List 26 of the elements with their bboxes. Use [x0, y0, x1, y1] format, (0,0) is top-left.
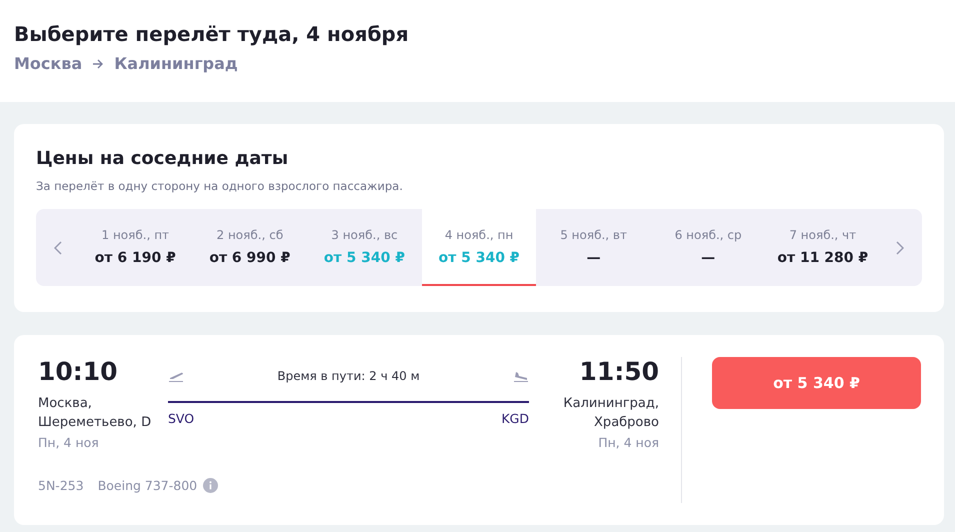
- aircraft-model: Boeing 737-800: [98, 478, 198, 493]
- arrival-time: 11:50: [579, 357, 659, 386]
- destination-city: Калининград: [114, 54, 238, 73]
- departure-airport: Москва, Шереметьево, D: [38, 395, 152, 432]
- departure-code: SVO: [168, 411, 194, 426]
- departure-time: 10:10: [38, 357, 118, 386]
- arrow-icon: [92, 58, 104, 68]
- arrival-airport: Калининград, Храброво: [562, 395, 659, 432]
- departure-date: Пн, 4 ноя: [38, 435, 99, 450]
- chevron-left-icon[interactable]: [54, 240, 62, 254]
- origin-city: Москва: [14, 54, 82, 73]
- flight-duration: Время в пути: 2 ч 40 м: [277, 369, 420, 383]
- chevron-right-icon[interactable]: [896, 240, 904, 254]
- date-tab[interactable]: 7 нояб., чт от 11 280 ₽: [765, 209, 880, 286]
- section-subtitle: За перелёт в одну сторону на одного взрослого пассажира.: [36, 179, 404, 193]
- section-title: Цены на соседние даты: [36, 148, 290, 169]
- flight-number: 5N-253: [38, 478, 84, 493]
- date-tab[interactable]: 5 нояб., вт —: [536, 209, 651, 286]
- date-tab[interactable]: 6 нояб., ср —: [650, 209, 766, 286]
- arrival-date: Пн, 4 ноя: [598, 435, 659, 450]
- arrival-code: KGD: [501, 411, 529, 426]
- date-tab[interactable]: 4 нояб., пн от 5 340 ₽: [422, 209, 536, 286]
- info-icon[interactable]: [203, 478, 218, 493]
- date-tab[interactable]: 1 нояб., пт от 6 190 ₽: [78, 209, 193, 286]
- page-title: Выберите перелёт туда, 4 ноября: [14, 22, 410, 46]
- date-tab[interactable]: 2 нояб., сб от 6 990 ₽: [192, 209, 308, 286]
